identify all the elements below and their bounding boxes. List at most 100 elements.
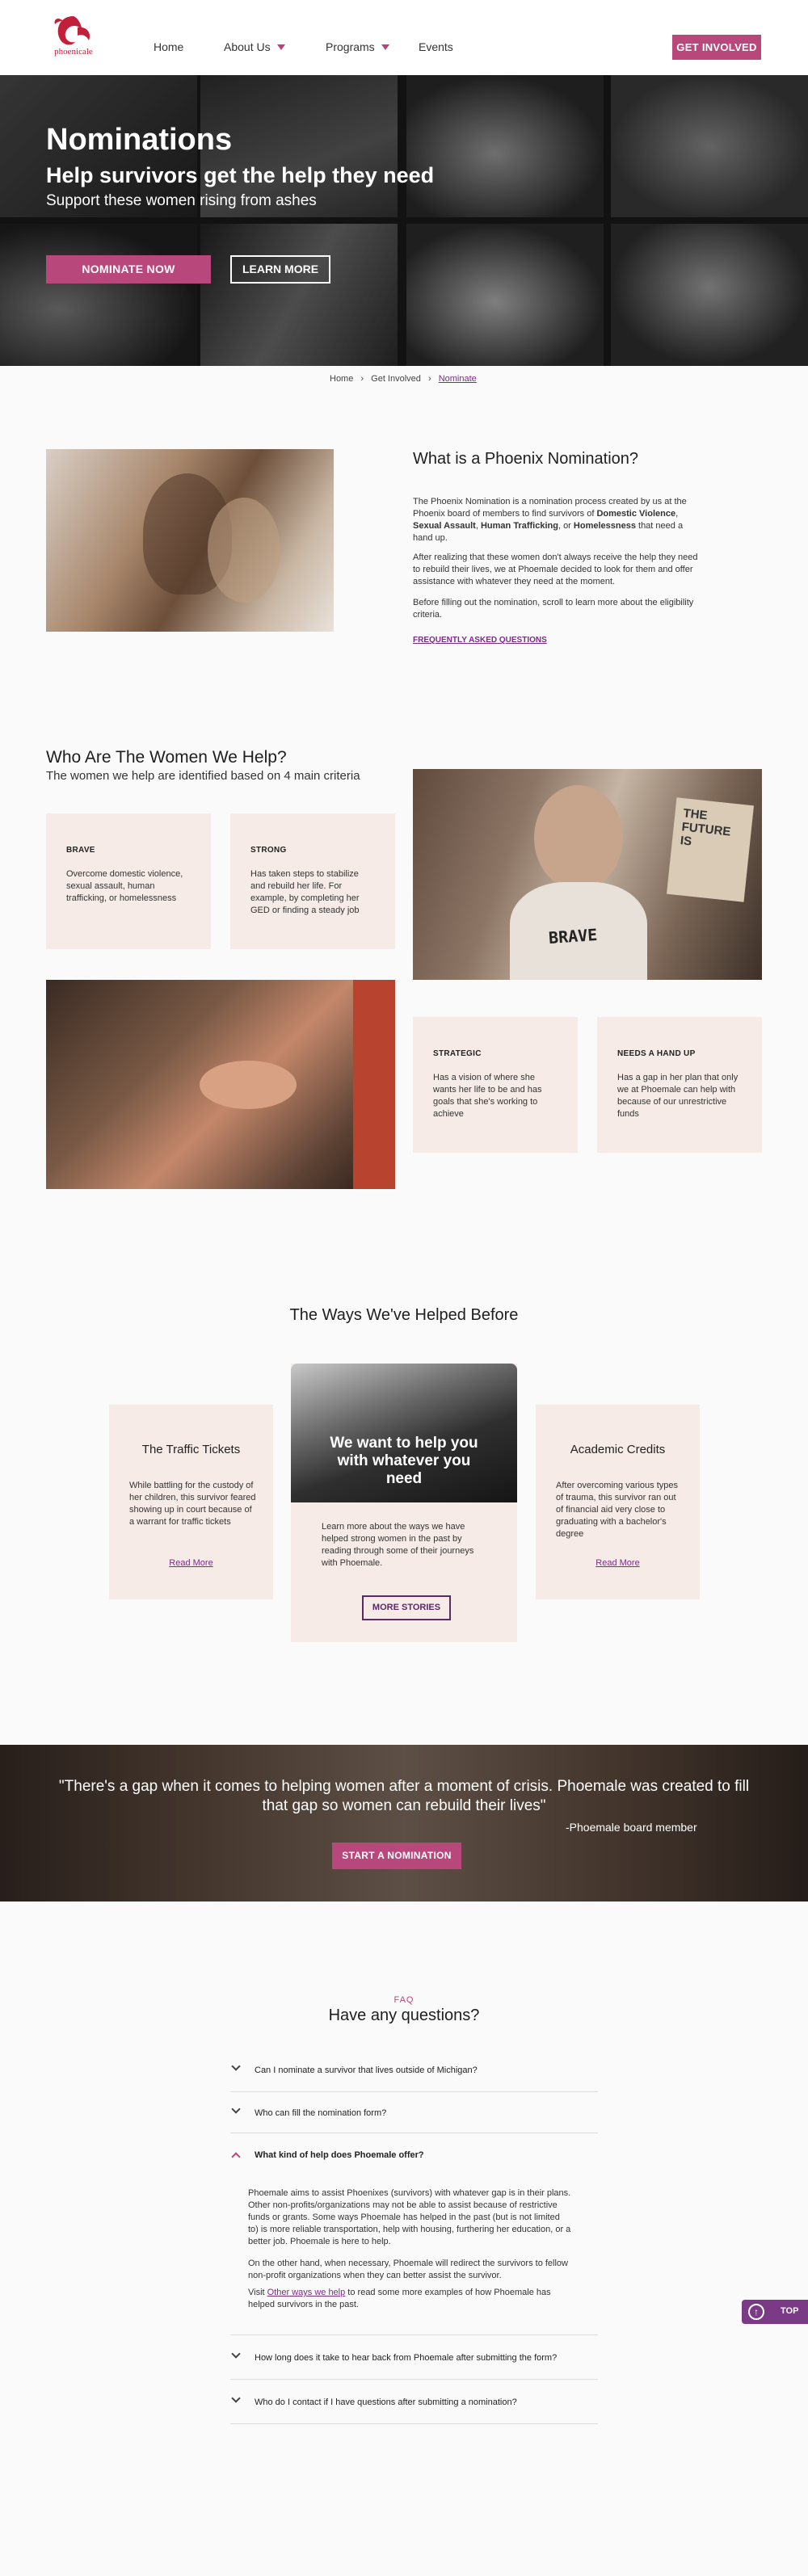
card-text: Has a vision of where she wants her life… [433, 1073, 542, 1119]
hero-overlay [0, 75, 808, 366]
story-card-academic-credits: Academic Credits After overcoming variou… [536, 1405, 700, 1599]
chevron-down-icon [231, 2104, 241, 2114]
top-label: TOP [781, 2306, 799, 2316]
faq-answer-text: Visit [248, 2288, 267, 2297]
intro-paragraph-1: The Phoenix Nomination is a nomination p… [413, 496, 698, 544]
nav-programs[interactable]: Programs [326, 40, 389, 53]
stories-heading: The Ways We've Helped Before [289, 1306, 519, 1324]
learn-more-button[interactable]: LEARN MORE [230, 255, 330, 284]
breadcrumb-get-involved[interactable]: Get Involved [371, 374, 421, 384]
back-to-top-button[interactable]: ↑ TOP [742, 2300, 808, 2324]
start-nomination-button[interactable]: START A NOMINATION [332, 1843, 461, 1869]
intro-text: , [675, 509, 679, 519]
breadcrumb: Home › Get Involved › Nominate [330, 374, 477, 384]
faq-link[interactable]: FREQUENTLY ASKED QUESTIONS [413, 636, 547, 645]
faq-question: Who can fill the nomination form? [255, 2108, 387, 2118]
photo-figure [353, 980, 395, 1189]
faq-item[interactable]: Can I nominate a survivor that lives out… [230, 2049, 598, 2092]
card-text: Has a gap in her plan that only we at Ph… [617, 1073, 739, 1119]
holding-hands-photo [46, 980, 395, 1189]
more-stories-button[interactable]: MORE STORIES [362, 1595, 451, 1620]
intro-paragraph-3: Before filling out the nomination, scrol… [413, 598, 694, 620]
faq-item-open[interactable]: What kind of help does Phoemale offer? P… [230, 2133, 598, 2335]
nav-home-label: Home [154, 40, 184, 53]
read-more-link[interactable]: Read More [536, 1558, 700, 1568]
faq-item[interactable]: How long does it take to hear back from … [230, 2335, 598, 2380]
read-more-link[interactable]: Read More [109, 1558, 273, 1568]
story-text: While battling for the custody of her ch… [129, 1481, 256, 1527]
faq-answer-p2: On the other hand, when necessary, Phoem… [248, 2259, 568, 2280]
phoemale-logo[interactable]: phoenicale [48, 11, 99, 63]
other-ways-link[interactable]: Other ways we help [267, 2288, 346, 2297]
get-involved-button[interactable]: GET INVOLVED [672, 35, 761, 60]
breadcrumb-current[interactable]: Nominate [439, 374, 477, 384]
story-title: Academic Credits [570, 1443, 666, 1456]
faq-question: How long does it take to hear back from … [255, 2353, 558, 2363]
chevron-right-icon: › [360, 374, 364, 384]
nominate-now-button[interactable]: NOMINATE NOW [46, 255, 211, 284]
card-title: NEEDS A HAND UP [617, 1049, 696, 1058]
card-title: STRATEGIC [433, 1049, 482, 1058]
faq-answer-p3: Visit Other ways we help to read some mo… [248, 2287, 571, 2311]
criteria-heading: Who Are The Women We Help? [46, 748, 287, 767]
hero-subtitle: Help survivors get the help they need [46, 163, 435, 187]
intro-bold: Human Trafficking [480, 521, 558, 531]
breadcrumb-home[interactable]: Home [330, 374, 353, 384]
site-header: phoenicale Home About Us Programs Events… [0, 0, 808, 75]
nav-events-label: Events [419, 40, 453, 53]
intro-heading: What is a Phoenix Nomination? [413, 450, 639, 468]
faq-question: What kind of help does Phoemale offer? [255, 2150, 424, 2160]
caret-down-icon [381, 44, 389, 50]
hero-tagline: Support these women rising from ashes [46, 192, 317, 209]
criteria-card-brave: BRAVE Overcome domestic violence, sexual… [46, 813, 211, 949]
hero-title: Nominations [46, 123, 233, 157]
hero-section [0, 75, 808, 366]
chevron-right-icon: › [427, 374, 431, 384]
chevron-up-icon [231, 2152, 241, 2162]
faq-question: Can I nominate a survivor that lives out… [255, 2065, 478, 2075]
faq-item[interactable]: Who do I contact if I have questions aft… [230, 2380, 598, 2424]
criteria-subheading: The women we help are identified based o… [46, 769, 360, 783]
intro-text: , or [558, 521, 574, 531]
card-text: Overcome domestic violence, sexual assau… [66, 869, 183, 903]
quote-text: "There's a gap when it comes to helping … [58, 1778, 750, 1814]
arrow-up-icon: ↑ [748, 2304, 764, 2320]
photo-hands [200, 1061, 297, 1109]
intro-bold: Homelessness [573, 521, 636, 531]
featured-overlay-text: We want to help you with whatever you ne… [330, 1435, 478, 1487]
nav-home[interactable]: Home [154, 40, 183, 53]
intro-bold: Domestic Violence [596, 509, 676, 519]
nav-events[interactable]: Events [419, 40, 453, 53]
faq-heading: Have any questions? [328, 2007, 480, 2024]
card-title: BRAVE [66, 846, 95, 855]
sign-future: THE FUTURE IS [666, 797, 755, 902]
chevron-down-icon [231, 2349, 241, 2359]
faq-question: Who do I contact if I have questions aft… [255, 2397, 517, 2407]
faq-eyebrow: FAQ [393, 1995, 415, 2005]
card-text: Has taken steps to stabilize and rebuild… [250, 869, 360, 915]
faq-answer-p1: Phoemale aims to assist Phoenixes (survi… [248, 2188, 571, 2246]
nav-programs-label: Programs [326, 40, 375, 53]
criteria-card-strategic: STRATEGIC Has a vision of where she want… [413, 1017, 578, 1153]
story-card-traffic-tickets: The Traffic Tickets While battling for t… [109, 1405, 273, 1599]
protest-photo: BRAVE THE FUTURE IS [413, 769, 762, 980]
nav-about-us[interactable]: About Us [224, 40, 285, 53]
criteria-card-strong: STRONG Has taken steps to stabilize and … [230, 813, 395, 949]
story-title: The Traffic Tickets [141, 1443, 241, 1456]
chevron-down-icon [231, 2061, 241, 2071]
hug-photo [46, 449, 334, 632]
photo-figure [534, 785, 623, 890]
caret-down-icon [276, 44, 285, 50]
quote-attribution: -Phoemale board member [566, 1821, 697, 1834]
faq-item[interactable]: Who can fill the nomination form? [230, 2092, 598, 2133]
featured-text: Learn more about the ways we have helped… [322, 1522, 474, 1568]
nav-about-label: About Us [224, 40, 271, 53]
chevron-down-icon [231, 2393, 241, 2403]
logo-text: phoenicale [54, 47, 93, 57]
intro-paragraph-2: After realizing that these women don't a… [413, 553, 698, 586]
card-title: STRONG [250, 846, 287, 855]
intro-bold: Sexual Assault [413, 521, 476, 531]
story-text: After overcoming various types of trauma… [556, 1481, 679, 1539]
criteria-card-needs-hand-up: NEEDS A HAND UP Has a gap in her plan th… [597, 1017, 762, 1153]
story-card-featured: We want to help you with whatever you ne… [291, 1364, 517, 1642]
